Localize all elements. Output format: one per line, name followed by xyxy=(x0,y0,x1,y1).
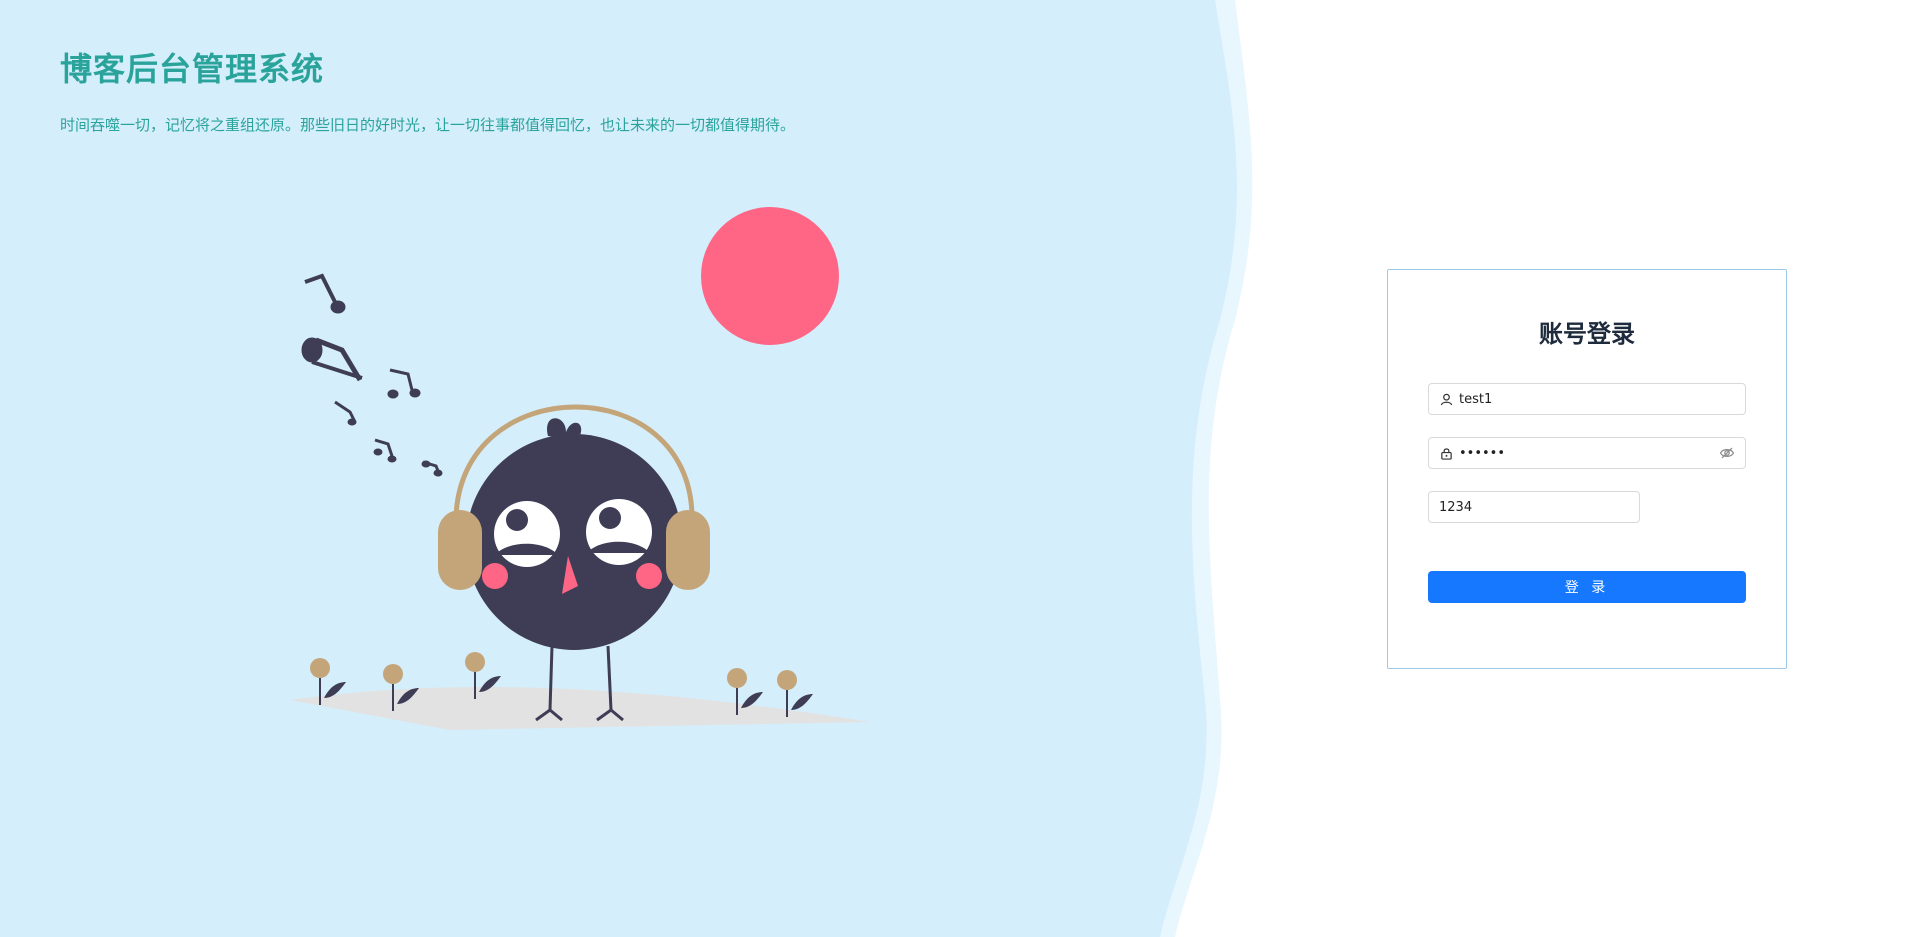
captcha-field[interactable] xyxy=(1428,491,1640,523)
login-form-card: 账号登录 登 录 xyxy=(1387,269,1787,669)
password-field[interactable] xyxy=(1428,437,1746,469)
bird-right-eye xyxy=(586,499,652,565)
ground-shadow xyxy=(290,687,870,730)
bird-right-cheek xyxy=(636,563,662,589)
page-subtitle: 时间吞噬一切，记忆将之重组还原。那些旧日的好时光，让一切往事都值得回忆，也让未来… xyxy=(60,116,796,134)
page-title: 博客后台管理系统 xyxy=(60,50,325,88)
login-button[interactable]: 登 录 xyxy=(1428,571,1746,603)
headphone-right-cup xyxy=(666,510,710,590)
user-icon xyxy=(1439,392,1453,406)
password-input[interactable] xyxy=(1459,445,1713,461)
headphone-left-cup xyxy=(438,510,482,590)
bird-left-cheek xyxy=(482,563,508,589)
brand-header: 博客后台管理系统 时间吞噬一切，记忆将之重组还原。那些旧日的好时光，让一切往事都… xyxy=(60,44,795,135)
music-notes xyxy=(301,273,443,477)
login-page: 博客后台管理系统 时间吞噬一切，记忆将之重组还原。那些旧日的好时光，让一切往事都… xyxy=(0,0,1920,937)
bird-with-headphones-illustration xyxy=(290,207,870,730)
login-title: 账号登录 xyxy=(1539,320,1635,348)
captcha-input[interactable] xyxy=(1439,499,1629,515)
username-field[interactable] xyxy=(1428,383,1746,415)
lock-icon xyxy=(1439,446,1453,460)
username-input[interactable] xyxy=(1459,391,1735,407)
sun-circle xyxy=(701,207,839,345)
bird-left-eye xyxy=(494,501,560,567)
eye-invisible-icon[interactable] xyxy=(1719,445,1735,461)
